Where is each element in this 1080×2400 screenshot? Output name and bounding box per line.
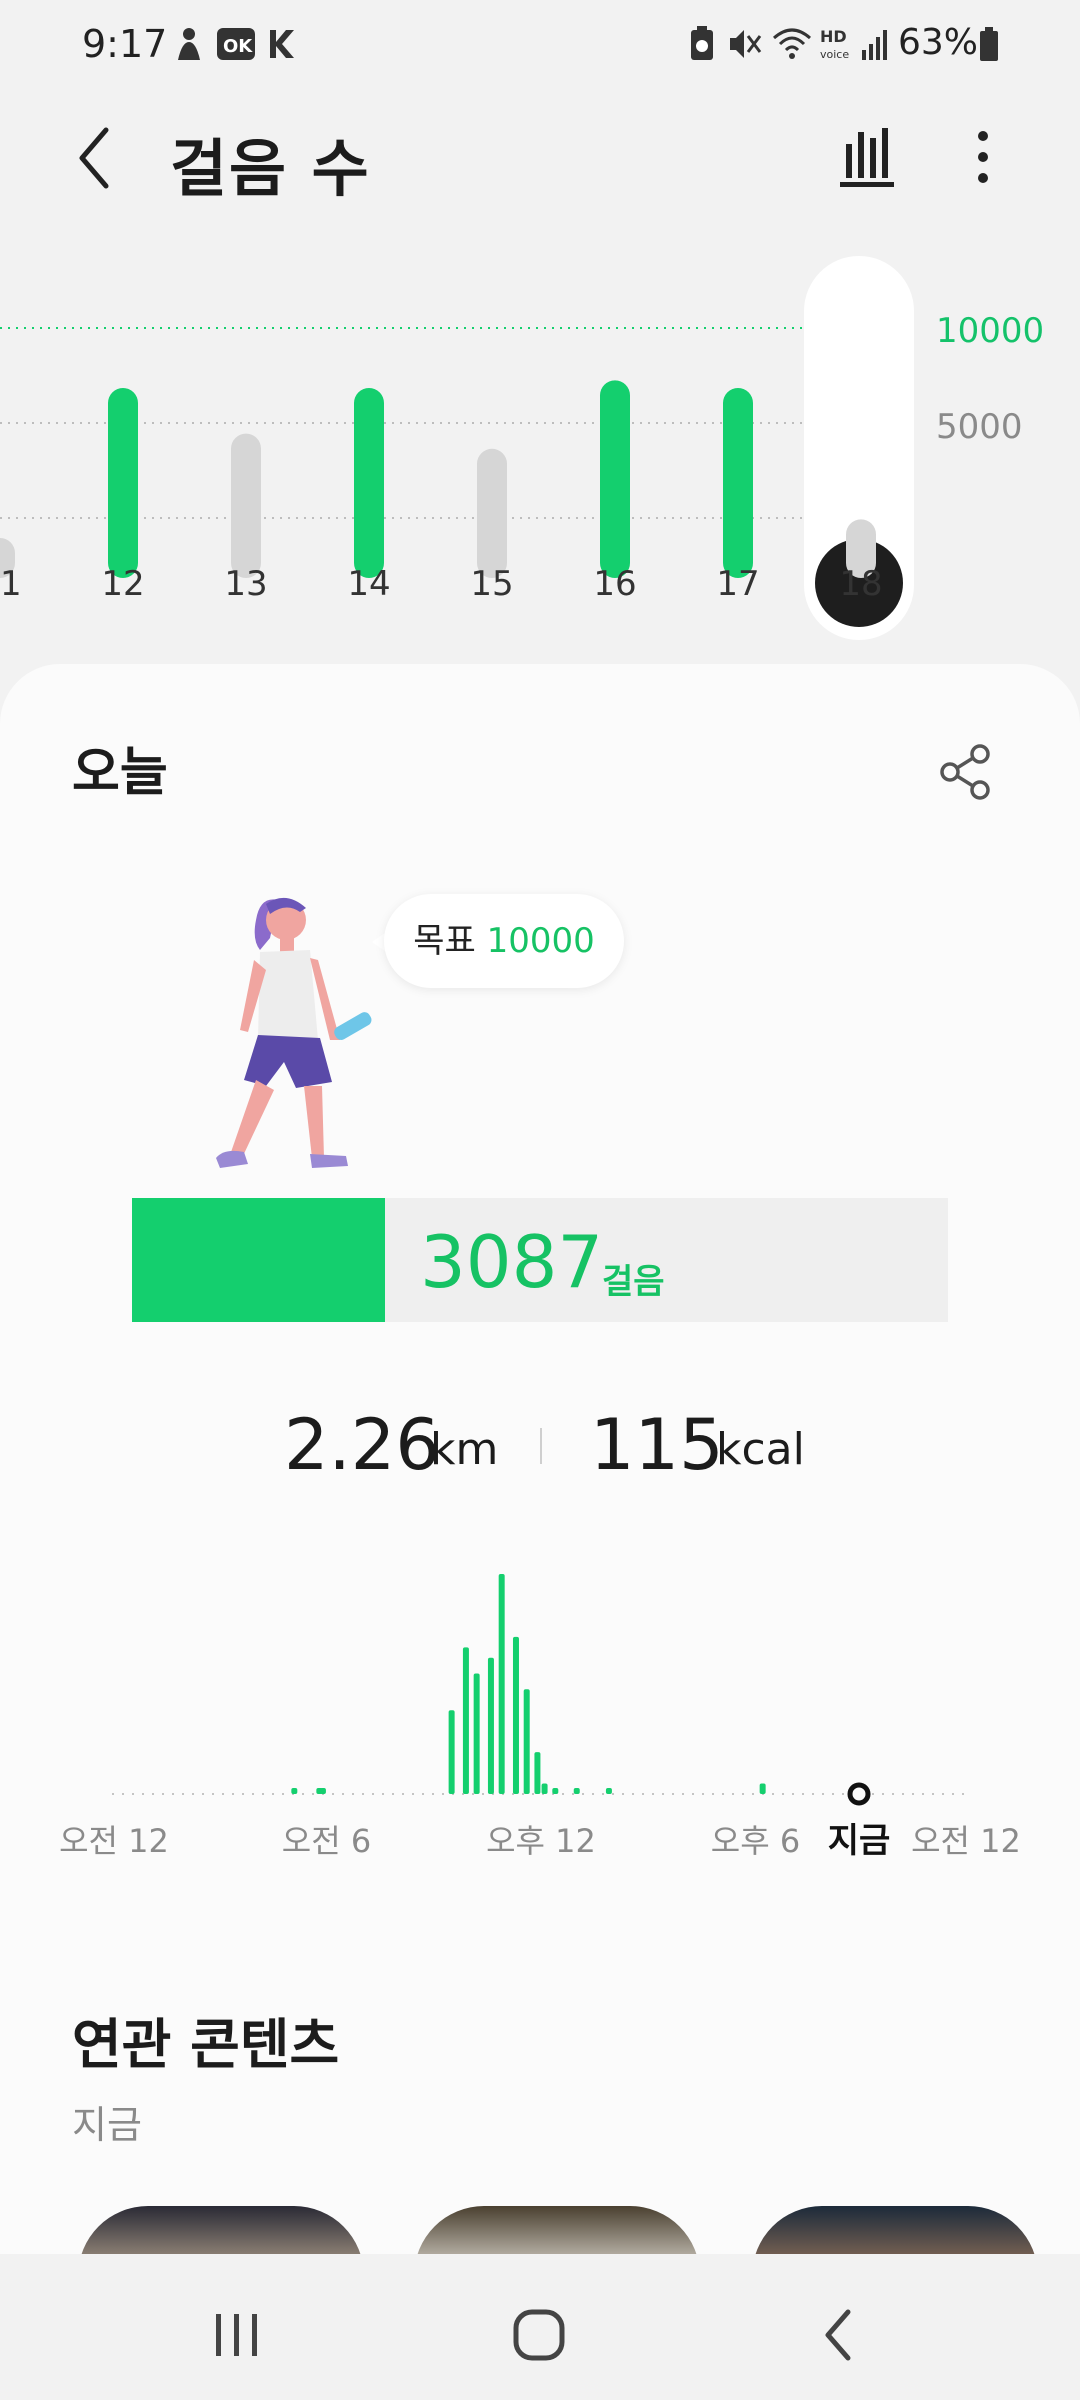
- recent-apps-button[interactable]: [192, 2300, 282, 2370]
- hourly-steps-bar: [573, 1788, 580, 1794]
- system-back-button[interactable]: [796, 2300, 886, 2370]
- daily-steps-bar[interactable]: [600, 380, 630, 578]
- goal-bubble: 목표 10000: [384, 894, 624, 988]
- goal-label: 목표: [413, 921, 476, 961]
- hd-voice-icon: HD voice: [820, 27, 849, 61]
- steps-progress-fill: [132, 1198, 385, 1322]
- svg-text:HD: HD: [820, 27, 847, 46]
- hourly-steps-bar: [523, 1689, 530, 1794]
- steps-unit: 걸음: [602, 1262, 665, 1302]
- day-tick-label[interactable]: 17: [716, 564, 759, 604]
- share-icon[interactable]: [936, 742, 996, 802]
- weekly-steps-chart[interactable]: 10000 5000 11 12 13 14 15 16 17 18: [0, 240, 1080, 660]
- svg-text:OK: OK: [223, 36, 253, 57]
- related-content-subtitle: 지금: [72, 2103, 142, 2147]
- daily-steps-bar[interactable]: [723, 388, 753, 578]
- hourly-steps-chart: 오전 12 오전 6 오후 12 오후 6 지금 오전 12: [59, 1574, 1021, 1861]
- distance-unit: km: [430, 1424, 499, 1475]
- day-tick-label[interactable]: 12: [101, 564, 144, 604]
- daily-steps-bar[interactable]: [231, 433, 261, 578]
- hourly-steps-bar: [473, 1673, 480, 1794]
- mute-icon: [730, 30, 762, 58]
- ok-badge-icon: OK: [217, 28, 255, 60]
- hourly-steps-bar: [487, 1657, 494, 1794]
- signal-icon: [862, 30, 887, 60]
- now-marker: [847, 1782, 871, 1806]
- hourly-steps-bar: [498, 1574, 505, 1794]
- distance-value: 2.26: [284, 1404, 440, 1486]
- half-tick-label: 5000: [936, 407, 1023, 447]
- battery-icon: [980, 27, 998, 61]
- day-tick-label[interactable]: 16: [593, 564, 636, 604]
- hour-tick-label: 오전 12: [59, 1822, 169, 1860]
- more-vertical-icon[interactable]: [960, 122, 1006, 192]
- today-title: 오늘: [72, 743, 168, 803]
- hourly-steps-bar: [291, 1788, 298, 1794]
- walking-person-illustration: [216, 897, 372, 1168]
- status-time: 9:17: [82, 22, 168, 66]
- bar-chart-icon[interactable]: [832, 122, 902, 192]
- goal-value: 10000: [486, 921, 595, 961]
- hourly-steps-bar: [462, 1647, 469, 1794]
- steps-count: 3087: [420, 1220, 604, 1304]
- day-tick-label[interactable]: 18: [839, 564, 882, 604]
- daily-steps-bar[interactable]: [477, 448, 507, 578]
- vpn-k-icon: [270, 30, 294, 58]
- related-content-title: 연관 콘텐츠: [72, 2013, 340, 2076]
- day-tick-label[interactable]: 14: [347, 564, 390, 604]
- home-button[interactable]: [494, 2300, 584, 2370]
- now-tick-label: 지금: [828, 1821, 891, 1861]
- page-title: 걸음 수: [170, 132, 371, 205]
- day-tick-label[interactable]: 11: [0, 564, 22, 604]
- hourly-steps-bar: [319, 1788, 326, 1794]
- hourly-steps-bar: [541, 1783, 548, 1794]
- hourly-steps-bar: [448, 1710, 455, 1794]
- svg-text:voice: voice: [820, 48, 849, 61]
- hourly-steps-bar: [534, 1752, 541, 1794]
- hourly-steps-bar: [512, 1636, 519, 1794]
- daily-steps-bar[interactable]: [354, 388, 384, 578]
- calorie-value: 115: [590, 1404, 724, 1486]
- battery-saver-icon: [691, 26, 713, 60]
- goal-tick-label: 10000: [936, 311, 1044, 351]
- hour-tick-label: 오전 6: [282, 1822, 371, 1860]
- hour-tick-label: 오후 6: [711, 1822, 800, 1860]
- hourly-steps-bar: [552, 1788, 559, 1794]
- hourly-steps-bar: [759, 1783, 766, 1794]
- back-button[interactable]: [62, 118, 132, 198]
- hourly-steps-bar: [605, 1788, 612, 1794]
- day-tick-label[interactable]: 13: [224, 564, 267, 604]
- calorie-unit: kcal: [716, 1424, 805, 1475]
- person-icon: [178, 28, 200, 60]
- battery-percentage: 63%: [898, 22, 979, 63]
- daily-steps-bar[interactable]: [108, 388, 138, 578]
- day-tick-label[interactable]: 15: [470, 564, 513, 604]
- hour-tick-label: 오후 12: [486, 1822, 596, 1860]
- wifi-icon: [773, 28, 811, 59]
- hour-tick-label: 오전 12: [911, 1822, 1021, 1860]
- stats-divider: [540, 1428, 542, 1464]
